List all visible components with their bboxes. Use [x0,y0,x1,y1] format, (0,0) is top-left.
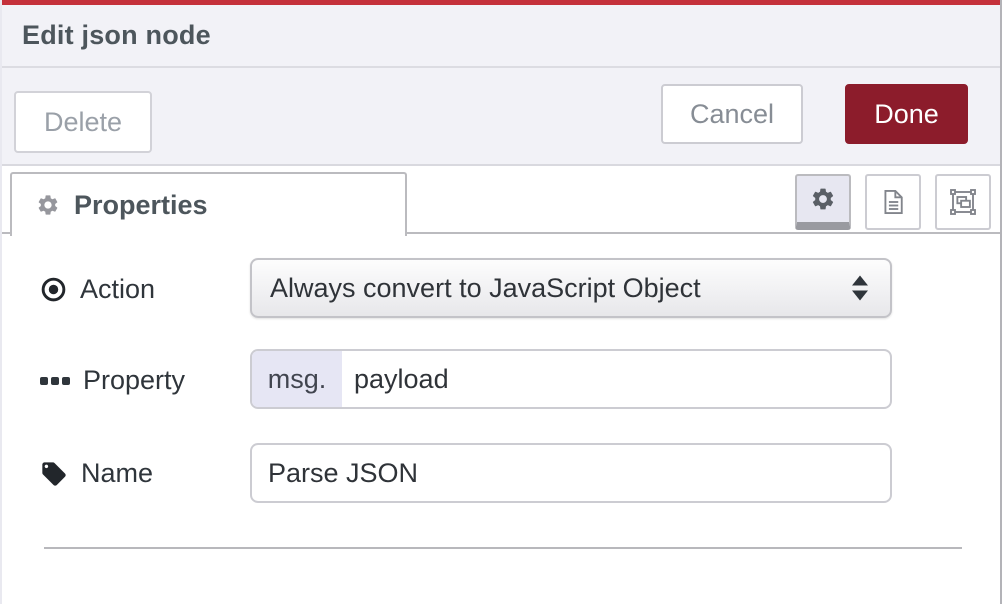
tab-bar: Properties [2,166,1000,234]
cancel-button[interactable]: Cancel [661,84,803,144]
tab-properties-label: Properties [74,190,208,221]
property-field-label: Property [40,365,185,396]
ellipsis-icon [40,377,70,385]
msg-prefix-button[interactable]: msg. [252,351,342,407]
gear-icon [36,193,60,217]
form-divider [44,547,962,549]
edit-json-node-dialog: Edit json node Delete Cancel Done Proper… [0,0,1002,604]
dot-circle-icon [40,276,67,303]
tab-properties[interactable]: Properties [10,172,407,236]
editor-view-buttons [795,174,991,230]
property-label-text: Property [83,365,185,396]
dialog-header: Edit json node [2,5,1000,68]
description-button[interactable] [865,174,921,230]
action-select[interactable]: Always convert to JavaScript Object [250,258,892,318]
action-select-wrap: Always convert to JavaScript Object [250,258,892,318]
properties-gear-button[interactable] [795,174,851,230]
document-icon [879,188,907,216]
appearance-icon [948,187,978,217]
tag-icon [40,460,68,488]
name-input[interactable] [250,443,892,503]
property-typed-input: msg. [250,349,892,409]
action-label-text: Action [80,274,155,305]
properties-form: Action Always convert to JavaScript Obje… [2,234,1000,602]
dialog-title: Edit json node [22,20,211,51]
property-input[interactable] [342,351,890,407]
gear-icon [810,186,836,212]
appearance-button[interactable] [935,174,991,230]
name-label-text: Name [81,458,153,489]
delete-button[interactable]: Delete [14,91,152,153]
dialog-toolbar: Delete Cancel Done [2,68,1000,166]
done-button[interactable]: Done [845,84,968,144]
name-field-label: Name [40,458,153,489]
action-field-label: Action [40,274,155,305]
